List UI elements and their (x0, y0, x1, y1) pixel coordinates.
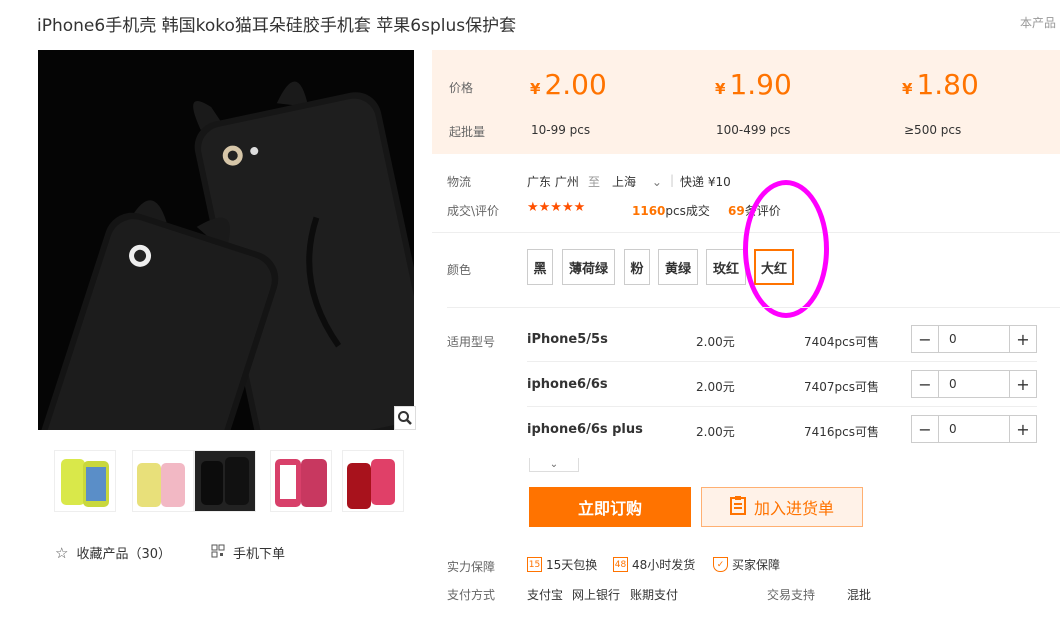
currency-symbol: ¥ (902, 80, 913, 98)
moq-label: 起批量 (449, 125, 486, 139)
payment-method: 账期支付 (630, 588, 679, 602)
mobile-order-button[interactable]: 手机下单 (211, 543, 285, 562)
delivery-icon: 48 (613, 557, 628, 572)
guarantee-item[interactable]: 15 15天包换 (527, 556, 597, 573)
favorite-label: 收藏产品（30） (76, 547, 171, 562)
model-stock: 7404pcs可售 (804, 335, 880, 349)
row-divider (527, 406, 1037, 407)
divider-bar: | (670, 173, 675, 187)
add-to-list-button[interactable]: 加入进货单 (701, 487, 863, 527)
color-option-mint-green[interactable]: 薄荷绿 (562, 249, 615, 285)
zoom-button[interactable] (394, 406, 416, 430)
rating-stars: ★★★★★ (527, 200, 586, 215)
thumbnail-1[interactable] (54, 450, 116, 512)
magnifier-icon (398, 411, 412, 425)
plus-button[interactable]: + (1010, 326, 1036, 352)
color-option-black[interactable]: 黑 (527, 249, 553, 285)
trade-support-label: 交易支持 (767, 588, 816, 602)
row-divider (527, 361, 1037, 362)
thumbnail-4[interactable] (270, 450, 332, 512)
quantity-stepper[interactable]: − 0 + (911, 415, 1037, 443)
chevron-down-icon: ⌄ (549, 459, 559, 470)
currency-symbol: ¥ (715, 80, 726, 98)
corner-text: 本产品 (1020, 16, 1057, 30)
shield-icon: ✓ (713, 557, 728, 572)
tier-range-1: 10-99 pcs (531, 123, 591, 137)
quantity-input[interactable]: 0 (938, 416, 1010, 442)
deals-label: 成交\评价 (447, 204, 500, 218)
thumbnail-2[interactable] (132, 450, 194, 512)
model-stock: 7407pcs可售 (804, 380, 880, 394)
favorite-button[interactable]: ☆ 收藏产品（30） (55, 543, 171, 563)
tier-range-3: ≥500 pcs (904, 123, 962, 137)
tier-range-2: 100-499 pcs (716, 123, 791, 137)
thumbnail-3[interactable] (194, 450, 256, 512)
color-label: 颜色 (447, 263, 472, 277)
star-icon: ☆ (55, 543, 69, 562)
payment-method: 网上银行 (572, 588, 621, 602)
model-name: iphone6/6s plus (527, 422, 643, 437)
shipping-cost: 快递 ¥10 (680, 175, 731, 189)
guarantee-item[interactable]: ✓ 买家保障 (713, 556, 780, 573)
color-option-pink[interactable]: 粉 (624, 249, 650, 285)
qrcode-icon (211, 544, 225, 562)
ship-from: 广东 广州 (527, 175, 579, 189)
product-title: iPhone6手机壳 韩国koko猫耳朵硅胶手机套 苹果6splus保护套 (37, 16, 517, 36)
model-price: 2.00元 (696, 425, 735, 439)
chevron-down-icon: ⌄ (651, 175, 662, 189)
plus-button[interactable]: + (1010, 371, 1036, 397)
thumbnail-5[interactable] (342, 450, 404, 512)
plus-button[interactable]: + (1010, 416, 1036, 442)
quantity-input[interactable]: 0 (938, 371, 1010, 397)
price-panel (432, 50, 1060, 154)
minus-button[interactable]: − (912, 416, 938, 442)
minus-button[interactable]: − (912, 326, 938, 352)
price-tier-3: ¥1.80 (902, 68, 979, 101)
logistics-label: 物流 (447, 175, 472, 189)
payment-label: 支付方式 (447, 588, 496, 602)
color-option-yellow-green[interactable]: 黄绿 (658, 249, 698, 285)
expand-models-button[interactable]: ⌄ (529, 458, 579, 472)
minus-button[interactable]: − (912, 371, 938, 397)
price-label: 价格 (449, 81, 474, 95)
clipboard-icon (729, 495, 746, 519)
currency-symbol: ¥ (530, 80, 541, 98)
sold-count[interactable]: 1160pcs成交 (632, 202, 710, 219)
model-name: iPhone5/5s (527, 332, 608, 347)
model-price: 2.00元 (696, 380, 735, 394)
color-option-rose-red[interactable]: 玫红 (706, 249, 746, 285)
model-name: iphone6/6s (527, 377, 608, 392)
section-divider (447, 307, 1060, 308)
buy-now-button[interactable]: 立即订购 (529, 487, 691, 527)
annotation-circle (743, 180, 829, 318)
quantity-input[interactable]: 0 (938, 326, 1010, 352)
guarantee-item[interactable]: 48 48小时发货 (613, 556, 695, 573)
main-product-image[interactable] (38, 50, 414, 430)
model-price: 2.00元 (696, 335, 735, 349)
ship-to-word: 至 (588, 175, 601, 189)
quantity-stepper[interactable]: − 0 + (911, 325, 1037, 353)
price-tier-2: ¥1.90 (715, 68, 792, 101)
price-tier-1: ¥2.00 (530, 68, 607, 101)
trade-support-value: 混批 (847, 588, 872, 602)
exchange-icon: 15 (527, 557, 542, 572)
ship-to-select[interactable]: 上海 ⌄ (612, 173, 662, 190)
models-label: 适用型号 (447, 335, 496, 349)
mobile-order-label: 手机下单 (233, 547, 286, 562)
model-stock: 7416pcs可售 (804, 425, 880, 439)
guarantee-label: 实力保障 (447, 560, 496, 574)
payment-method: 支付宝 (527, 588, 564, 602)
quantity-stepper[interactable]: − 0 + (911, 370, 1037, 398)
